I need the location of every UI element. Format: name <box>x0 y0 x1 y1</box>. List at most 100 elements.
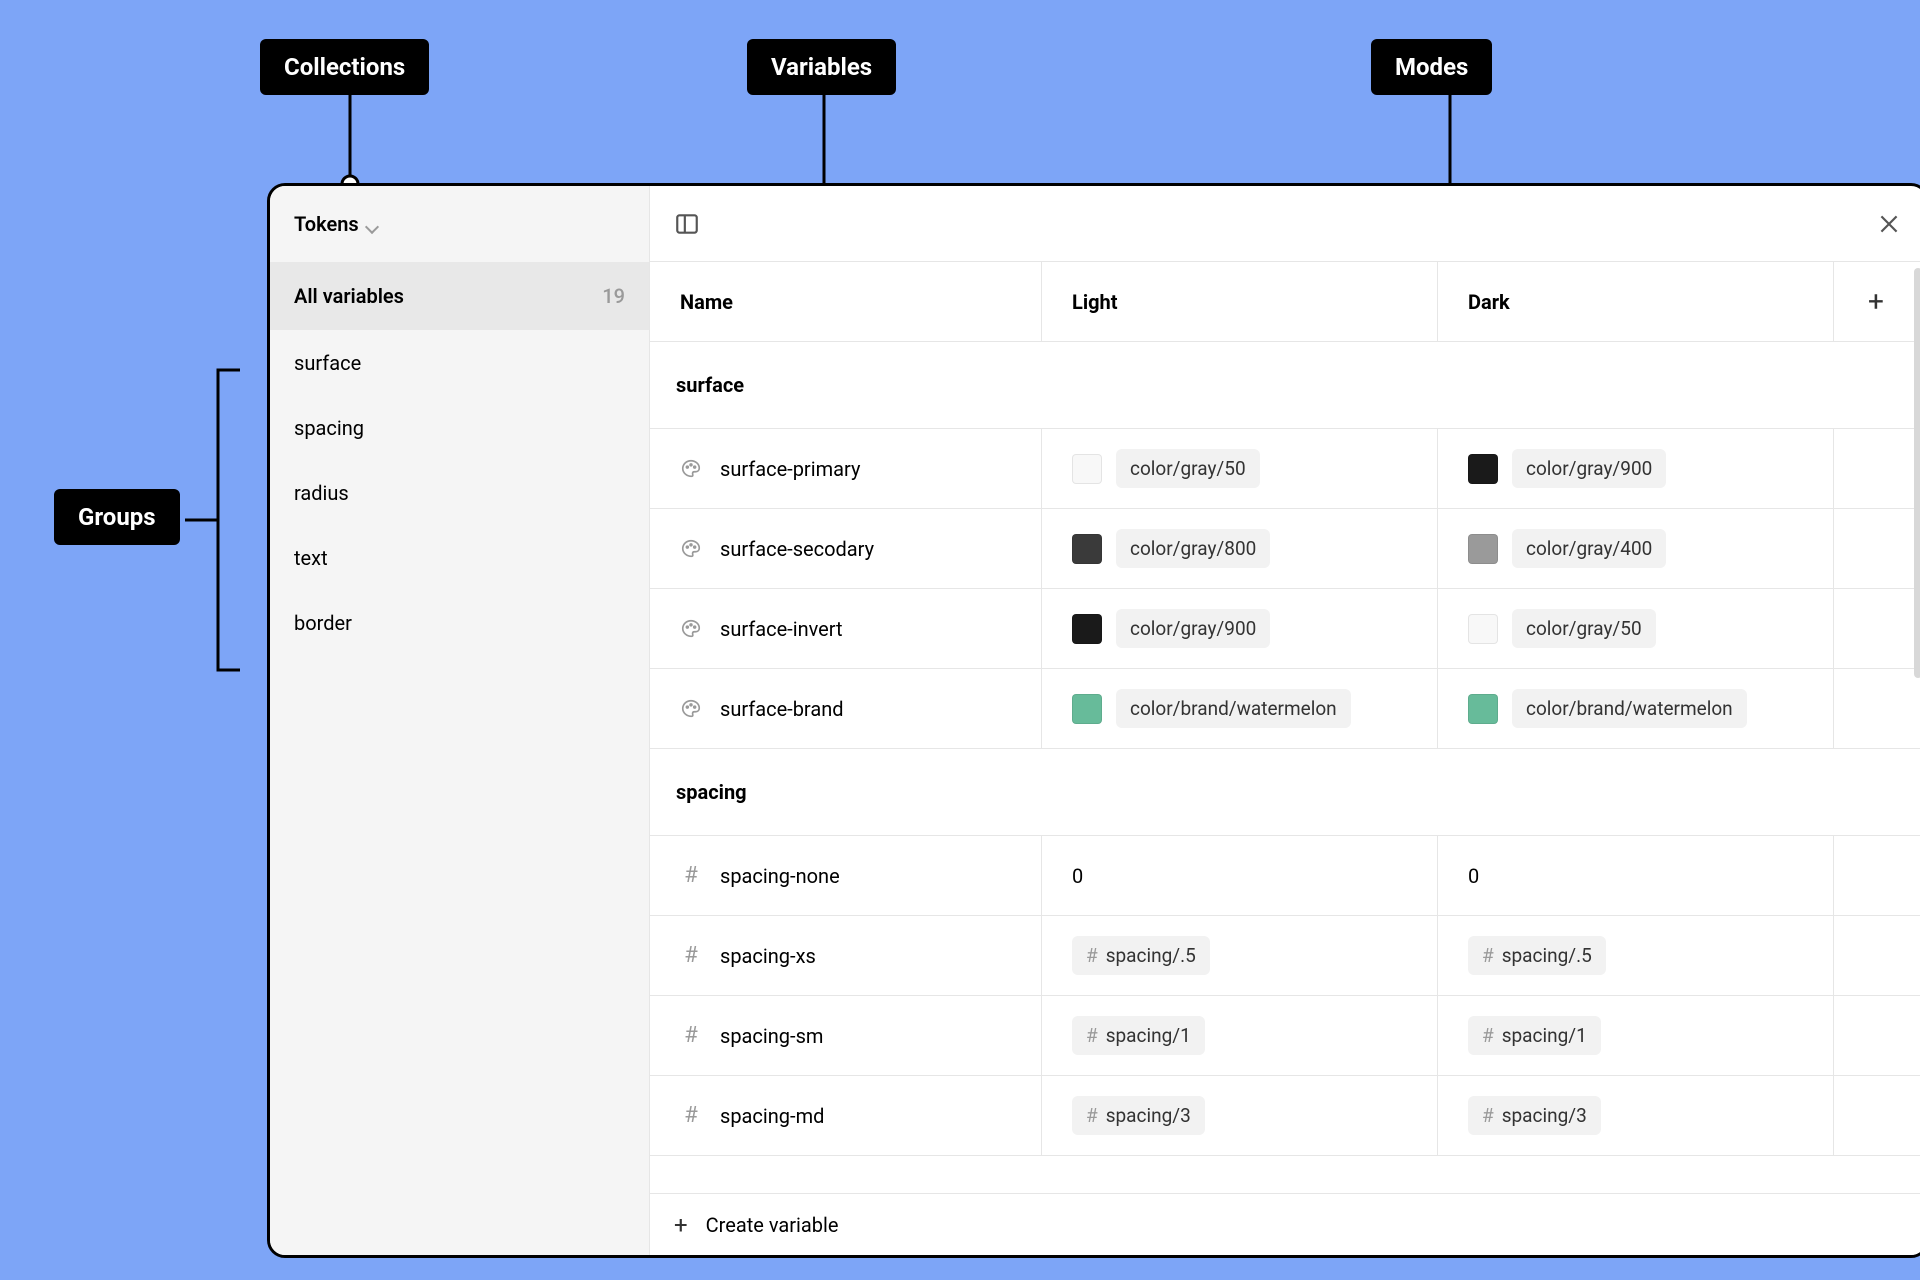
cell-name: surface-primary <box>650 429 1042 508</box>
annotation-label: Groups <box>54 489 180 545</box>
alias-pill: color/gray/400 <box>1512 529 1666 568</box>
table-body: surface surface-primary color/gray/50 colo… <box>650 342 1920 1193</box>
color-swatch <box>1468 614 1498 644</box>
header-mode-light[interactable]: Light <box>1042 262 1438 341</box>
annotation-label: Modes <box>1371 39 1492 95</box>
close-icon[interactable] <box>1876 211 1902 237</box>
variable-row[interactable]: surface-secodary color/gray/800 color/gray… <box>650 508 1920 588</box>
cell-name: surface-invert <box>650 589 1042 668</box>
main-area: Name Light Dark + surface surface-primar… <box>650 186 1920 1255</box>
color-swatch <box>1072 454 1102 484</box>
panel-layout-icon[interactable] <box>674 211 700 237</box>
cell-name: #spacing-sm <box>650 996 1042 1075</box>
sidebar-group-item[interactable]: text <box>270 525 649 590</box>
color-type-icon <box>680 458 702 480</box>
header-mode-label: Dark <box>1468 290 1510 314</box>
hash-icon: # <box>1482 944 1494 967</box>
alias-text: spacing/.5 <box>1106 944 1196 967</box>
variable-row[interactable]: #spacing-none00 <box>650 835 1920 915</box>
cell-value-dark[interactable]: color/brand/watermelon <box>1438 669 1834 748</box>
cell-trailing <box>1834 916 1920 995</box>
cell-name: # spacing-xs <box>650 916 1042 995</box>
cell-value-light[interactable]: # spacing/3 <box>1042 1076 1438 1155</box>
sidebar-group-item[interactable]: spacing <box>270 395 649 460</box>
cell-value-dark[interactable]: #spacing/1 <box>1438 996 1834 1075</box>
cell-trailing <box>1834 429 1920 508</box>
sidebar-group-item[interactable]: border <box>270 590 649 655</box>
cell-value-light[interactable]: #spacing/1 <box>1042 996 1438 1075</box>
variable-name: surface-secodary <box>720 537 874 561</box>
alias-pill: #spacing/1 <box>1468 1016 1601 1055</box>
cell-value-light[interactable]: color/gray/50 <box>1042 429 1438 508</box>
header-mode-dark[interactable]: Dark <box>1438 262 1834 341</box>
variable-row[interactable]: #spacing-md#spacing/3#spacing/3 <box>650 1075 1920 1155</box>
cell-trailing <box>1834 509 1920 588</box>
alias-text: spacing/1 <box>1502 1024 1587 1047</box>
cell-value-light[interactable]: color/gray/800 <box>1042 509 1438 588</box>
variable-group: spacing#spacing-none00#spacing-xs#spacin… <box>650 749 1920 1156</box>
color-type-icon <box>680 698 702 720</box>
cell-value-light[interactable]: # spacing/.5 <box>1042 916 1438 995</box>
alias-pill: color/gray/900 <box>1512 449 1666 488</box>
cell-value-light[interactable]: color/gray/900 <box>1042 589 1438 668</box>
scrollbar-thumb[interactable] <box>1914 268 1920 678</box>
alias-pill: color/gray/50 <box>1512 609 1656 648</box>
raw-value: 0 <box>1468 864 1479 888</box>
alias-text: spacing/3 <box>1106 1104 1191 1127</box>
cell-trailing <box>1834 996 1920 1075</box>
sidebar-group-item[interactable]: radius <box>270 460 649 525</box>
variable-name: surface-invert <box>720 617 843 641</box>
variable-name: surface-brand <box>720 697 844 721</box>
variable-row[interactable]: surface-invert color/gray/900 color/gray/5… <box>650 588 1920 668</box>
variable-row[interactable]: surface-primary color/gray/50 color/gray/9… <box>650 428 1920 508</box>
cell-trailing <box>1834 1076 1920 1155</box>
chevron-down-icon <box>367 217 381 231</box>
collection-dropdown[interactable]: Tokens <box>270 186 649 262</box>
number-type-icon: # <box>680 945 702 967</box>
cell-value-light[interactable]: color/brand/watermelon <box>1042 669 1438 748</box>
hash-icon: # <box>1086 1024 1098 1047</box>
alias-pill: #spacing/.5 <box>1468 936 1606 975</box>
cell-trailing <box>1834 669 1920 748</box>
alias-text: spacing/3 <box>1502 1104 1587 1127</box>
variable-row[interactable]: #spacing-xs#spacing/.5#spacing/.5 <box>650 915 1920 995</box>
cell-name: #spacing-none <box>650 836 1042 915</box>
add-mode-button[interactable]: + <box>1834 262 1920 341</box>
cell-value-dark[interactable]: #spacing/.5 <box>1438 916 1834 995</box>
cell-value-light[interactable]: 0 <box>1042 836 1438 915</box>
group-heading: surface <box>650 342 1920 428</box>
variable-name: spacing-xs <box>720 944 816 968</box>
alias-pill: #spacing/3 <box>1468 1096 1601 1135</box>
header-name-label: Name <box>680 290 733 314</box>
color-swatch <box>1468 534 1498 564</box>
sidebar-group-item[interactable]: surface <box>270 330 649 395</box>
header-mode-label: Light <box>1072 290 1118 314</box>
cell-value-dark[interactable]: color/gray/50 <box>1438 589 1834 668</box>
cell-value-dark[interactable]: color/gray/900 <box>1438 429 1834 508</box>
cell-value-dark[interactable]: #spacing/3 <box>1438 1076 1834 1155</box>
color-swatch <box>1072 694 1102 724</box>
plus-icon: + <box>1868 285 1884 318</box>
hash-icon: # <box>1086 1104 1098 1127</box>
table-header: Name Light Dark + <box>650 262 1920 342</box>
variable-row[interactable]: #spacing-sm#spacing/1#spacing/1 <box>650 995 1920 1075</box>
alias-pill: color/gray/900 <box>1116 609 1270 648</box>
group-heading: spacing <box>650 749 1920 835</box>
alias-pill: color/gray/800 <box>1116 529 1270 568</box>
variable-row[interactable]: surface-brand color/brand/watermeloncolor… <box>650 668 1920 748</box>
cell-trailing <box>1834 836 1920 915</box>
color-type-icon <box>680 618 702 640</box>
cell-value-dark[interactable]: color/gray/400 <box>1438 509 1834 588</box>
collection-label: Tokens <box>294 212 359 236</box>
cell-value-dark[interactable]: 0 <box>1438 836 1834 915</box>
alias-pill: color/gray/50 <box>1116 449 1260 488</box>
create-variable-button[interactable]: + Create variable <box>650 1193 1920 1255</box>
color-swatch <box>1072 534 1102 564</box>
color-swatch <box>1468 454 1498 484</box>
alias-pill: # spacing/.5 <box>1072 936 1210 975</box>
create-variable-label: Create variable <box>706 1213 839 1237</box>
annotation-label: Collections <box>260 39 429 95</box>
hash-icon: # <box>1086 944 1098 967</box>
sidebar-all-variables[interactable]: All variables 19 <box>270 262 649 330</box>
alias-pill: # spacing/3 <box>1072 1096 1205 1135</box>
